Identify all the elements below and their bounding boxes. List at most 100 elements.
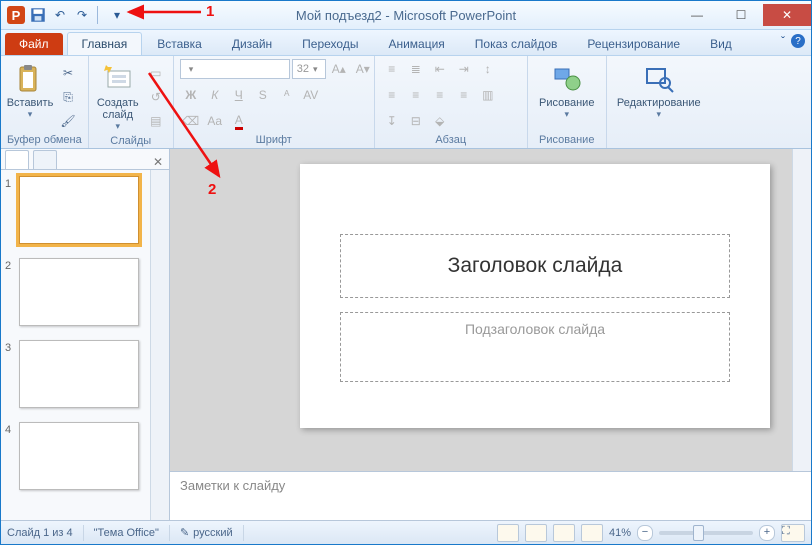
thumb-row[interactable]: 1 — [5, 176, 146, 244]
underline-icon[interactable]: Ч — [228, 84, 250, 106]
window-controls: — ☐ ✕ — [675, 4, 811, 26]
numbering-icon[interactable]: ≣ — [405, 58, 427, 80]
quick-access-toolbar: P ↶ ↷ ▾ — [1, 6, 126, 24]
tab-review[interactable]: Рецензирование — [572, 32, 695, 55]
slide-thumb-4[interactable] — [19, 422, 139, 490]
spellcheck-icon: ✎ — [180, 526, 189, 539]
copy-icon[interactable]: ⎘ — [57, 86, 79, 108]
zoom-value[interactable]: 41% — [609, 527, 631, 539]
justify-icon[interactable]: ≡ — [453, 84, 475, 106]
normal-view-icon[interactable] — [497, 524, 519, 542]
shadow-icon[interactable]: ᴬ — [276, 84, 298, 106]
align-left-icon[interactable]: ≡ — [381, 84, 403, 106]
drawing-button[interactable]: Рисование ▾ — [534, 58, 600, 121]
bold-icon[interactable]: Ж — [180, 84, 202, 106]
title-bar: P ↶ ↷ ▾ Мой подъезд2 - Microsoft PowerPo… — [1, 1, 811, 30]
undo-icon[interactable]: ↶ — [51, 6, 69, 24]
bullets-icon[interactable]: ≡ — [381, 58, 403, 80]
subtitle-placeholder[interactable]: Подзаголовок слайда — [340, 312, 730, 382]
columns-icon[interactable]: ▥ — [477, 84, 499, 106]
thumb-row[interactable]: 3 — [5, 340, 146, 408]
clear-format-icon[interactable]: ⌫ — [180, 110, 202, 132]
pane-tabs: ✕ — [1, 149, 169, 170]
slide-thumb-1[interactable] — [19, 176, 139, 244]
align-text-icon[interactable]: ⊟ — [405, 110, 427, 132]
paste-icon — [14, 63, 46, 95]
drawing-label: Рисование — [539, 97, 594, 109]
editing-button[interactable]: Редактирование ▾ — [613, 58, 705, 121]
strikethrough-icon[interactable]: S — [252, 84, 274, 106]
smartart-icon[interactable]: ⬙ — [429, 110, 451, 132]
section-icon[interactable]: ▤ — [145, 110, 167, 132]
zoom-slider-thumb[interactable] — [693, 525, 704, 541]
slide-thumb-3[interactable] — [19, 340, 139, 408]
app-icon[interactable]: P — [7, 6, 25, 24]
status-theme[interactable]: "Тема Office" — [94, 525, 170, 541]
italic-icon[interactable]: К — [204, 84, 226, 106]
help-icon[interactable]: ? — [791, 34, 805, 48]
reset-icon[interactable]: ↺ — [145, 86, 167, 108]
font-name-combo[interactable]: ▾ — [180, 59, 290, 79]
font-size-value: 32 — [297, 63, 309, 75]
maximize-button[interactable]: ☐ — [719, 4, 763, 26]
redo-icon[interactable]: ↷ — [73, 6, 91, 24]
file-tab[interactable]: Файл — [5, 33, 63, 55]
reading-view-icon[interactable] — [553, 524, 575, 542]
status-language[interactable]: ✎ русский — [180, 525, 244, 541]
format-painter-icon[interactable]: 🖌 — [57, 110, 79, 132]
font-size-combo[interactable]: 32▾ — [292, 59, 326, 79]
qat-customize-icon[interactable]: ▾ — [108, 6, 126, 24]
zoom-in-button[interactable]: + — [759, 525, 775, 541]
slide-thumb-2[interactable] — [19, 258, 139, 326]
thumbnail-list[interactable]: 1 2 3 4 — [1, 170, 150, 520]
tab-transitions[interactable]: Переходы — [287, 32, 373, 55]
title-placeholder-text: Заголовок слайда — [448, 254, 623, 278]
tab-slideshow[interactable]: Показ слайдов — [460, 32, 573, 55]
thumb-row[interactable]: 2 — [5, 258, 146, 326]
layout-icon[interactable]: ▭ — [145, 62, 167, 84]
text-direction-icon[interactable]: ↧ — [381, 110, 403, 132]
thumb-scrollbar[interactable] — [150, 170, 169, 520]
group-editing: Редактирование ▾ — [607, 56, 711, 148]
title-placeholder[interactable]: Заголовок слайда — [340, 234, 730, 298]
minimize-button[interactable]: — — [675, 4, 719, 26]
slideshow-view-icon[interactable] — [581, 524, 603, 542]
outline-pane-tab[interactable] — [33, 150, 57, 169]
tab-view[interactable]: Вид — [695, 32, 747, 55]
font-color-icon[interactable]: A — [228, 110, 250, 132]
thumb-row[interactable]: 4 — [5, 422, 146, 490]
slide-canvas[interactable]: Заголовок слайда Подзаголовок слайда — [170, 149, 792, 471]
line-spacing-icon[interactable]: ↕ — [477, 58, 499, 80]
ribbon-help: ˇ ? — [781, 34, 805, 48]
zoom-slider[interactable] — [659, 531, 753, 535]
grow-font-icon[interactable]: A▴ — [328, 58, 350, 80]
canvas-scrollbar[interactable] — [792, 149, 811, 471]
indent-dec-icon[interactable]: ⇤ — [429, 58, 451, 80]
status-slide-number[interactable]: Слайд 1 из 4 — [7, 525, 84, 541]
sorter-view-icon[interactable] — [525, 524, 547, 542]
save-icon[interactable] — [29, 6, 47, 24]
align-center-icon[interactable]: ≡ — [405, 84, 427, 106]
tab-animations[interactable]: Анимация — [373, 32, 459, 55]
tab-insert[interactable]: Вставка — [142, 32, 217, 55]
indent-inc-icon[interactable]: ⇥ — [453, 58, 475, 80]
slide[interactable]: Заголовок слайда Подзаголовок слайда — [300, 164, 770, 428]
zoom-out-button[interactable]: − — [637, 525, 653, 541]
change-case-icon[interactable]: Aa — [204, 110, 226, 132]
fit-to-window-icon[interactable]: ⛶ — [781, 524, 805, 542]
align-right-icon[interactable]: ≡ — [429, 84, 451, 106]
slides-pane-tab[interactable] — [5, 150, 29, 169]
shrink-font-icon[interactable]: A▾ — [352, 58, 374, 80]
paste-button[interactable]: Вставить ▾ — [7, 58, 53, 121]
group-slides: Создать слайд ▾ ▭ ↺ ▤ Слайды — [89, 56, 174, 148]
tab-home[interactable]: Главная — [67, 32, 143, 55]
close-button[interactable]: ✕ — [763, 4, 811, 26]
group-clipboard-label: Буфер обмена — [7, 132, 82, 148]
tab-design[interactable]: Дизайн — [217, 32, 287, 55]
pane-close-icon[interactable]: ✕ — [153, 155, 163, 169]
minimize-ribbon-icon[interactable]: ˇ — [781, 34, 785, 48]
new-slide-button[interactable]: Создать слайд ▾ — [95, 58, 141, 133]
notes-pane[interactable]: Заметки к слайду — [170, 471, 811, 520]
char-spacing-icon[interactable]: AV — [300, 84, 322, 106]
cut-icon[interactable]: ✂ — [57, 62, 79, 84]
